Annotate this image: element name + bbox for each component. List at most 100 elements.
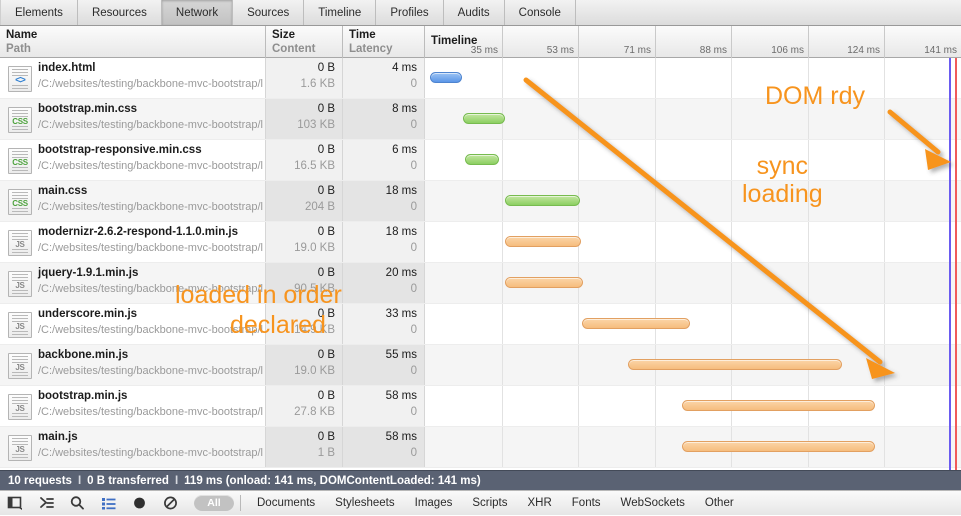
column-header-time[interactable]: Time Latency — [343, 26, 425, 58]
resource-type-filters: Documents Stylesheets Images Scripts XHR Font… — [247, 497, 744, 509]
timeline-gridline — [808, 222, 809, 262]
timeline-bar[interactable] — [504, 236, 582, 247]
request-latency-value: 0 — [410, 78, 417, 90]
filter-documents[interactable]: Documents — [247, 497, 325, 509]
timeline-gridline — [884, 304, 885, 344]
table-row[interactable]: JS jquery-1.9.1.min.js/C:/websites/testin… — [0, 263, 961, 304]
tab-audits[interactable]: Audits — [444, 0, 505, 25]
timeline-tick-line — [884, 26, 885, 58]
request-file-name: index.html — [38, 62, 96, 74]
timeline-bar[interactable] — [504, 277, 583, 288]
request-size-cell: 0 B 14.9 KB — [266, 304, 343, 344]
request-latency-value: 0 — [410, 365, 417, 377]
timeline-gridline — [655, 58, 656, 98]
request-content-size-value: 1.6 KB — [300, 78, 335, 90]
request-name-cell[interactable]: JS main.js/C:/websites/testing/backbone-m… — [0, 427, 266, 467]
timeline-bar[interactable] — [682, 400, 876, 411]
table-row[interactable]: CSS bootstrap.min.css/C:/websites/testing… — [0, 99, 961, 140]
table-row[interactable]: JS backbone.min.js/C:/websites/testing/ba… — [0, 345, 961, 386]
column-header-size[interactable]: Size Content — [266, 26, 343, 58]
search-icon[interactable] — [62, 491, 93, 516]
request-time-cell: 6 ms 0 — [343, 140, 425, 180]
request-time-cell: 18 ms 0 — [343, 222, 425, 262]
onload-marker — [955, 58, 957, 470]
timeline-bar[interactable] — [465, 154, 499, 165]
filter-xhr[interactable]: XHR — [518, 497, 562, 509]
tab-console[interactable]: Console — [505, 0, 576, 25]
html-file-icon: <> — [8, 66, 32, 92]
request-file-name: backbone.min.js — [38, 349, 129, 361]
timeline-gridline — [502, 345, 503, 385]
request-name-cell[interactable]: CSS main.css/C:/websites/testing/backbone… — [0, 181, 266, 221]
table-row[interactable]: JS main.js/C:/websites/testing/backbone-m… — [0, 427, 961, 468]
request-time-value: 6 ms — [392, 144, 417, 156]
timeline-bar[interactable] — [628, 359, 842, 370]
request-size-value: 0 B — [317, 349, 335, 361]
request-name-cell[interactable]: JS underscore.min.js/C:/websites/testing/… — [0, 304, 266, 344]
timeline-gridline — [578, 58, 579, 98]
request-name-cell[interactable]: JS modernizr-2.6.2-respond-1.1.0.min.js/C… — [0, 222, 266, 262]
table-row[interactable]: JS bootstrap.min.js/C:/websites/testing/b… — [0, 386, 961, 427]
request-name-cell[interactable]: CSS bootstrap-responsive.min.css/C:/websi… — [0, 140, 266, 180]
tab-timeline[interactable]: Timeline — [304, 0, 377, 25]
timeline-gridline — [655, 99, 656, 139]
request-size-value: 0 B — [317, 431, 335, 443]
filter-fonts[interactable]: Fonts — [562, 497, 611, 509]
request-name-cell[interactable]: JS backbone.min.js/C:/websites/testing/ba… — [0, 345, 266, 385]
request-content-size-value: 16.5 KB — [294, 160, 335, 172]
column-header-size-primary: Size — [272, 29, 296, 41]
request-file-path: /C:/websites/testing/backbone-mvc-bootst… — [38, 406, 263, 418]
request-latency-value: 0 — [410, 283, 417, 295]
filter-all-button[interactable]: All — [194, 495, 234, 511]
table-row[interactable]: CSS bootstrap-responsive.min.css/C:/websi… — [0, 140, 961, 181]
filter-images[interactable]: Images — [405, 497, 463, 509]
request-name-cell[interactable]: JS jquery-1.9.1.min.js/C:/websites/testin… — [0, 263, 266, 303]
tab-resources[interactable]: Resources — [78, 0, 162, 25]
column-header-timeline[interactable]: Timeline 35 ms 53 ms 71 ms 88 ms 106 ms 124 m… — [425, 26, 961, 58]
table-row[interactable]: JS modernizr-2.6.2-respond-1.1.0.min.js/C… — [0, 222, 961, 263]
tab-network[interactable]: Network — [161, 0, 234, 25]
request-size-value: 0 B — [317, 62, 335, 74]
table-row[interactable]: JS underscore.min.js/C:/websites/testing/… — [0, 304, 961, 345]
request-file-path: /C:/websites/testing/backbone-mvc-bootst… — [38, 447, 263, 459]
timeline-bar[interactable] — [504, 195, 581, 206]
css-file-icon: CSS — [8, 148, 32, 174]
request-timeline-cell — [425, 58, 961, 98]
tab-elements[interactable]: Elements — [0, 0, 78, 25]
request-name-cell[interactable]: JS bootstrap.min.js/C:/websites/testing/b… — [0, 386, 266, 426]
request-content-size-value: 103 KB — [297, 119, 335, 131]
timeline-bar[interactable] — [682, 441, 876, 452]
record-icon[interactable] — [124, 491, 155, 516]
timeline-bar[interactable] — [463, 113, 506, 124]
table-row[interactable]: <> index.html/C:/websites/testing/backbon… — [0, 58, 961, 99]
timeline-bar[interactable] — [429, 72, 462, 83]
request-file-name: modernizr-2.6.2-respond-1.1.0.min.js — [38, 226, 239, 238]
filter-websockets[interactable]: WebSockets — [611, 497, 695, 509]
request-name-cell[interactable]: CSS bootstrap.min.css/C:/websites/testing… — [0, 99, 266, 139]
column-header-name[interactable]: Name Path — [0, 26, 266, 58]
tab-sources[interactable]: Sources — [233, 0, 305, 25]
request-time-cell: 58 ms 0 — [343, 427, 425, 467]
request-name-cell[interactable]: <> index.html/C:/websites/testing/backbon… — [0, 58, 266, 98]
filter-scripts[interactable]: Scripts — [462, 497, 517, 509]
tab-profiles[interactable]: Profiles — [376, 0, 444, 25]
timeline-tick-line — [808, 26, 809, 58]
request-time-cell: 4 ms 0 — [343, 58, 425, 98]
request-time-value: 8 ms — [392, 103, 417, 115]
timeline-bar[interactable] — [582, 318, 691, 329]
timeline-gridline — [655, 140, 656, 180]
filter-stylesheets[interactable]: Stylesheets — [325, 497, 404, 509]
js-file-icon: JS — [8, 435, 32, 461]
timeline-gridline — [502, 181, 503, 221]
request-time-value: 18 ms — [385, 226, 417, 238]
css-file-icon: CSS — [8, 189, 32, 215]
dock-panel-icon[interactable] — [0, 491, 31, 516]
js-file-icon: JS — [8, 312, 32, 338]
filter-list-icon[interactable] — [93, 491, 124, 516]
network-request-list[interactable]: <> index.html/C:/websites/testing/backbon… — [0, 58, 961, 470]
css-file-icon: CSS — [8, 107, 32, 133]
console-drawer-icon[interactable] — [31, 491, 62, 516]
clear-icon[interactable] — [155, 491, 186, 516]
filter-other[interactable]: Other — [695, 497, 744, 509]
table-row[interactable]: CSS main.css/C:/websites/testing/backbone… — [0, 181, 961, 222]
